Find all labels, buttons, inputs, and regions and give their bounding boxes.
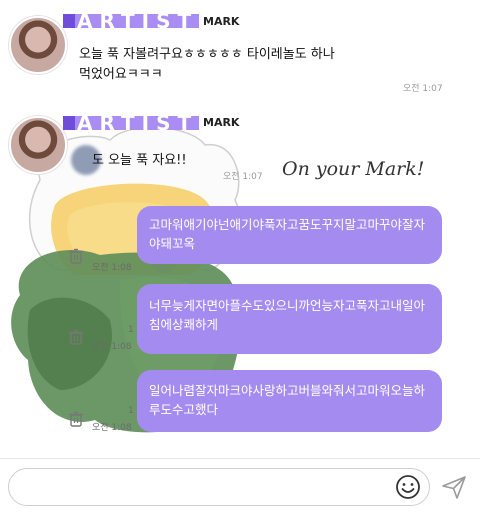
trash-icon[interactable] — [67, 410, 85, 428]
reply-bubble[interactable]: 고마워애기야넌애기야푹자고꿈도꾸지말고마꾸야잘자야돼꼬옥 — [137, 206, 442, 264]
chat-view[interactable]: On your Mark! ARTIST MARK 오늘 푹 자볼려구요ㅎㅎㅎㅎ… — [0, 0, 480, 458]
smiley-icon[interactable] — [394, 473, 422, 501]
artist-message: 오늘 푹 자볼려구요ㅎㅎㅎㅎㅎ 타이레놀도 하나 먹었어요ㅋㅋㅋ — [79, 47, 335, 82]
artist-message: 도 오늘 푹 자요!! — [92, 153, 187, 168]
unread-count: 1 — [128, 406, 134, 416]
send-icon[interactable] — [440, 473, 468, 501]
message-input-bar — [0, 458, 480, 516]
unread-count: 1 — [128, 325, 134, 335]
reply-time: 오전 1:08 — [92, 423, 132, 433]
artist-avatar[interactable] — [9, 16, 67, 74]
message-time: 오전 1:07 — [403, 84, 443, 94]
message-input[interactable] — [8, 468, 430, 506]
artist-name: MARK — [203, 116, 240, 129]
message-time: 오전 1:07 — [223, 172, 263, 182]
reply-bubble[interactable]: 일어나렴잘자마크야사랑하고버블와줘서고마워오늘하루도수고했다 — [137, 370, 442, 432]
artist-badge: ARTIST — [63, 116, 199, 130]
trash-icon[interactable] — [67, 247, 85, 265]
reply-bubble[interactable]: 너무늦게자면아플수도있으니까언능자고푹자고내일아침에상쾌하게 — [137, 284, 442, 354]
artist-name: MARK — [203, 15, 240, 28]
artist-badge: ARTIST — [63, 14, 199, 28]
reply-time: 오전 1:08 — [92, 263, 132, 273]
trash-icon[interactable] — [67, 328, 85, 346]
artist-avatar[interactable] — [9, 116, 67, 174]
reply-time: 오전 1:08 — [92, 342, 132, 352]
